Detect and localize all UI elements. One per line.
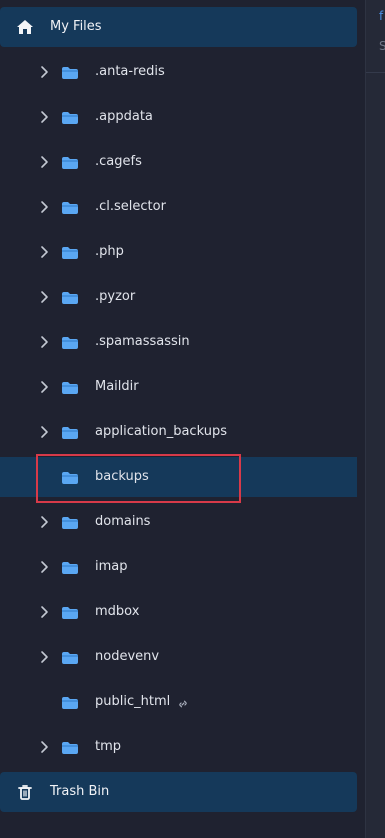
folder-icon (61, 515, 79, 529)
folder-imap[interactable]: imap (0, 547, 357, 587)
chevron-right-icon[interactable] (38, 244, 50, 260)
folder-label: .spamassassin (95, 334, 190, 349)
folder-public-html[interactable]: public_html (0, 682, 357, 722)
folder-label-text: public_html (95, 694, 171, 709)
folder-icon (61, 560, 79, 574)
folder-icon (61, 200, 79, 214)
chevron-right-icon[interactable] (38, 514, 50, 530)
chevron-right-icon[interactable] (38, 559, 50, 575)
link-icon (178, 697, 188, 707)
folder-icon (61, 650, 79, 664)
chevron-right-icon[interactable] (38, 739, 50, 755)
main-panel-edge: f S (365, 0, 385, 838)
chevron-right-icon[interactable] (38, 64, 50, 80)
folder-icon (61, 335, 79, 349)
folder-domains[interactable]: domains (0, 502, 357, 542)
folder-icon (61, 605, 79, 619)
folder-label: .cagefs (95, 154, 142, 169)
chevron-right-icon[interactable] (38, 109, 50, 125)
folder-icon (61, 245, 79, 259)
folder-icon (61, 380, 79, 394)
folder-label: application_backups (95, 424, 227, 439)
folder-mdbox[interactable]: mdbox (0, 592, 357, 632)
folder-tmp[interactable]: tmp (0, 727, 357, 767)
folder-label: imap (95, 559, 128, 574)
folder-spamassassin[interactable]: .spamassassin (0, 322, 357, 362)
folder-label: backups (95, 469, 149, 484)
folder-label: mdbox (95, 604, 140, 619)
folder-backups[interactable]: backups (0, 457, 357, 497)
folder-maildir[interactable]: Maildir (0, 367, 357, 407)
chevron-right-icon[interactable] (38, 154, 50, 170)
chevron-right-icon[interactable] (38, 334, 50, 350)
chevron-right-icon[interactable] (38, 379, 50, 395)
panel-divider (366, 72, 385, 73)
folder-nodevenv[interactable]: nodevenv (0, 637, 357, 677)
folder-label: .appdata (95, 109, 153, 124)
folder-label: Maildir (95, 379, 139, 394)
trash-bin-item[interactable]: Trash Bin (0, 772, 357, 812)
folder-anta-redis[interactable]: .anta-redis (0, 52, 357, 92)
folder-icon (61, 740, 79, 754)
folder-label: .php (95, 244, 124, 259)
edge-label: S (379, 39, 385, 53)
chevron-right-icon[interactable] (38, 649, 50, 665)
folder-icon (61, 155, 79, 169)
folder-php[interactable]: .php (0, 232, 357, 272)
trash-icon (16, 784, 34, 800)
folder-pyzor[interactable]: .pyzor (0, 277, 357, 317)
folder-icon (61, 110, 79, 124)
chevron-right-icon[interactable] (38, 289, 50, 305)
folder-label: .pyzor (95, 289, 136, 304)
folder-label: .anta-redis (95, 64, 165, 79)
folder-appdata[interactable]: .appdata (0, 97, 357, 137)
home-icon (16, 19, 34, 35)
folder-label: tmp (95, 739, 122, 754)
my-files-label: My Files (50, 19, 102, 34)
folder-label: nodevenv (95, 649, 160, 664)
chevron-right-icon[interactable] (38, 424, 50, 440)
folder-cl-selector[interactable]: .cl.selector (0, 187, 357, 227)
my-files-root[interactable]: My Files (0, 7, 357, 47)
folder-icon (61, 425, 79, 439)
folder-icon (61, 65, 79, 79)
chevron-right-icon[interactable] (38, 199, 50, 215)
folder-cagefs[interactable]: .cagefs (0, 142, 357, 182)
folder-icon (61, 695, 79, 709)
edge-top-icon: f (379, 9, 384, 23)
trash-bin-label: Trash Bin (50, 784, 110, 799)
folder-label: public_html (95, 693, 188, 711)
folder-sidebar: My Files .anta-redis .appdata .cagefs .c… (0, 0, 365, 838)
folder-icon (61, 470, 79, 484)
chevron-right-icon[interactable] (38, 604, 50, 620)
folder-label: .cl.selector (95, 199, 166, 214)
folder-icon (61, 290, 79, 304)
folder-application-backups[interactable]: application_backups (0, 412, 357, 452)
file-manager-screen: My Files .anta-redis .appdata .cagefs .c… (0, 0, 385, 838)
folder-label: domains (95, 514, 151, 529)
